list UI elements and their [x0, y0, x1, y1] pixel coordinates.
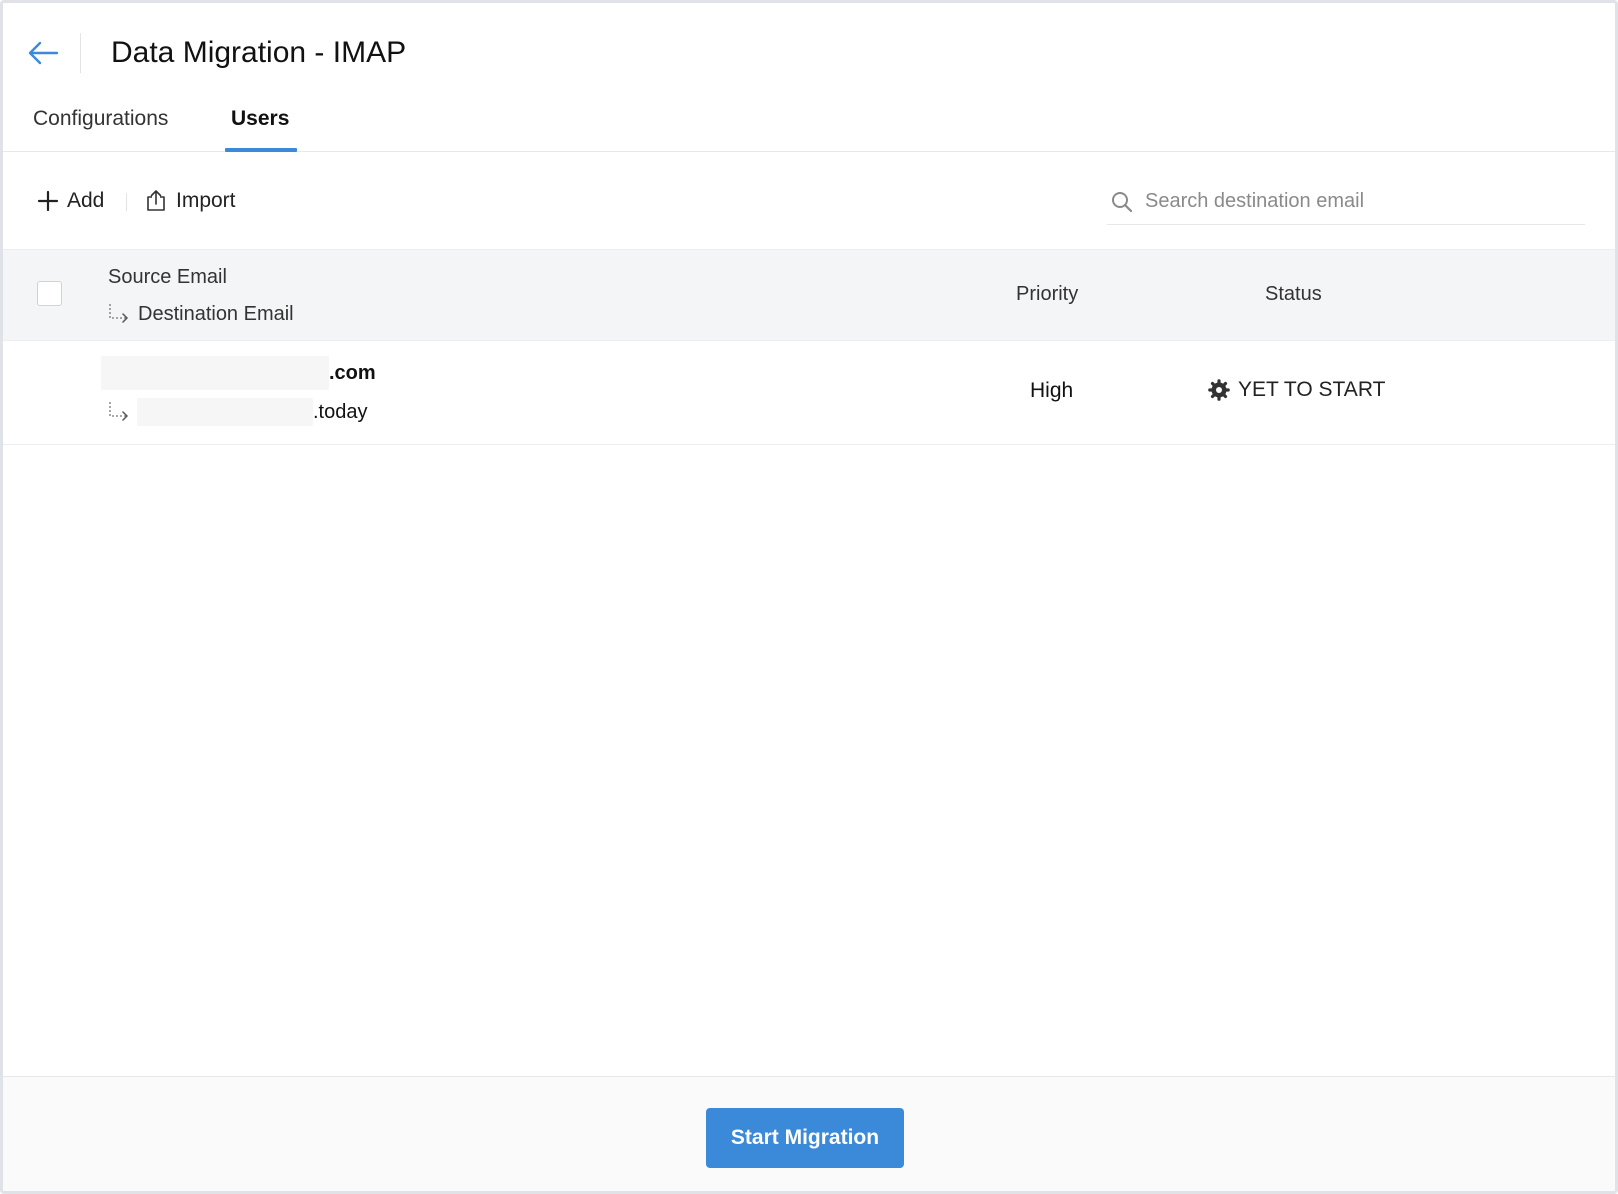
back-button[interactable]	[23, 33, 63, 73]
start-migration-button[interactable]: Start Migration	[706, 1108, 904, 1168]
destination-email-label: Destination Email	[138, 303, 294, 325]
toolbar-divider	[126, 193, 127, 211]
priority-value: High	[1030, 379, 1074, 402]
footer: Start Migration	[3, 1076, 1615, 1191]
status-label: YET TO START	[1238, 378, 1386, 401]
select-all-checkbox[interactable]	[37, 281, 62, 306]
destination-email-domain: .today	[313, 400, 368, 423]
arrow-left-icon	[28, 41, 59, 65]
column-status: Status	[1265, 283, 1322, 305]
column-source-email: Source Email	[108, 266, 227, 288]
source-email-domain: .com	[329, 361, 376, 384]
add-button[interactable]: Add	[37, 183, 104, 219]
toolbar: Add Import	[3, 153, 1615, 249]
column-priority: Priority	[1016, 283, 1079, 305]
import-label: Import	[176, 189, 236, 212]
page-header: Data Migration - IMAP	[3, 3, 1615, 103]
search-input[interactable]	[1145, 190, 1565, 213]
destination-email: .today	[108, 395, 367, 429]
dotted-arrow-icon	[109, 304, 129, 323]
page-title: Data Migration - IMAP	[111, 36, 407, 69]
import-button[interactable]: Import	[144, 183, 236, 219]
upload-icon	[147, 190, 165, 211]
plus-icon	[37, 190, 59, 212]
status-value: YET TO START	[1208, 378, 1385, 402]
redacted-text	[137, 398, 313, 426]
search-box	[1107, 179, 1585, 225]
add-label: Add	[67, 189, 105, 212]
migration-panel: Data Migration - IMAP Configurations Use…	[0, 0, 1618, 1194]
redacted-text	[101, 356, 329, 390]
dotted-arrow-icon	[109, 402, 129, 421]
search-icon	[1109, 189, 1135, 215]
tab-users[interactable]: Users	[223, 103, 298, 152]
tab-configurations[interactable]: Configurations	[25, 103, 176, 152]
header-divider	[80, 33, 81, 73]
source-email: .com	[101, 355, 376, 391]
table-header: Source Email Destination Email Priority …	[3, 249, 1615, 341]
gear-icon	[1208, 379, 1230, 401]
tab-bar: Configurations Users	[3, 99, 1615, 152]
table-row[interactable]: .com .today High YET TO START	[3, 341, 1615, 445]
column-destination-email: Destination Email	[108, 301, 294, 327]
